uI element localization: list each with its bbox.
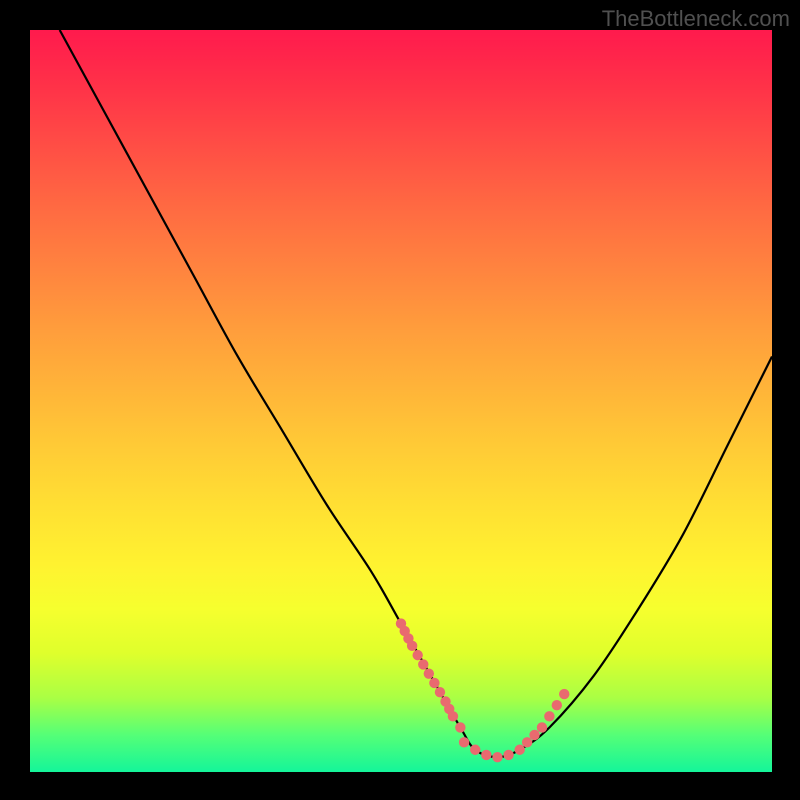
highlight-beads-left (396, 618, 466, 732)
highlight-beads-right (522, 689, 570, 748)
bottleneck-curve-svg (30, 30, 772, 772)
highlight-beads-trough (459, 737, 525, 762)
chart-canvas (30, 30, 772, 772)
attribution-label: TheBottleneck.com (602, 6, 790, 32)
